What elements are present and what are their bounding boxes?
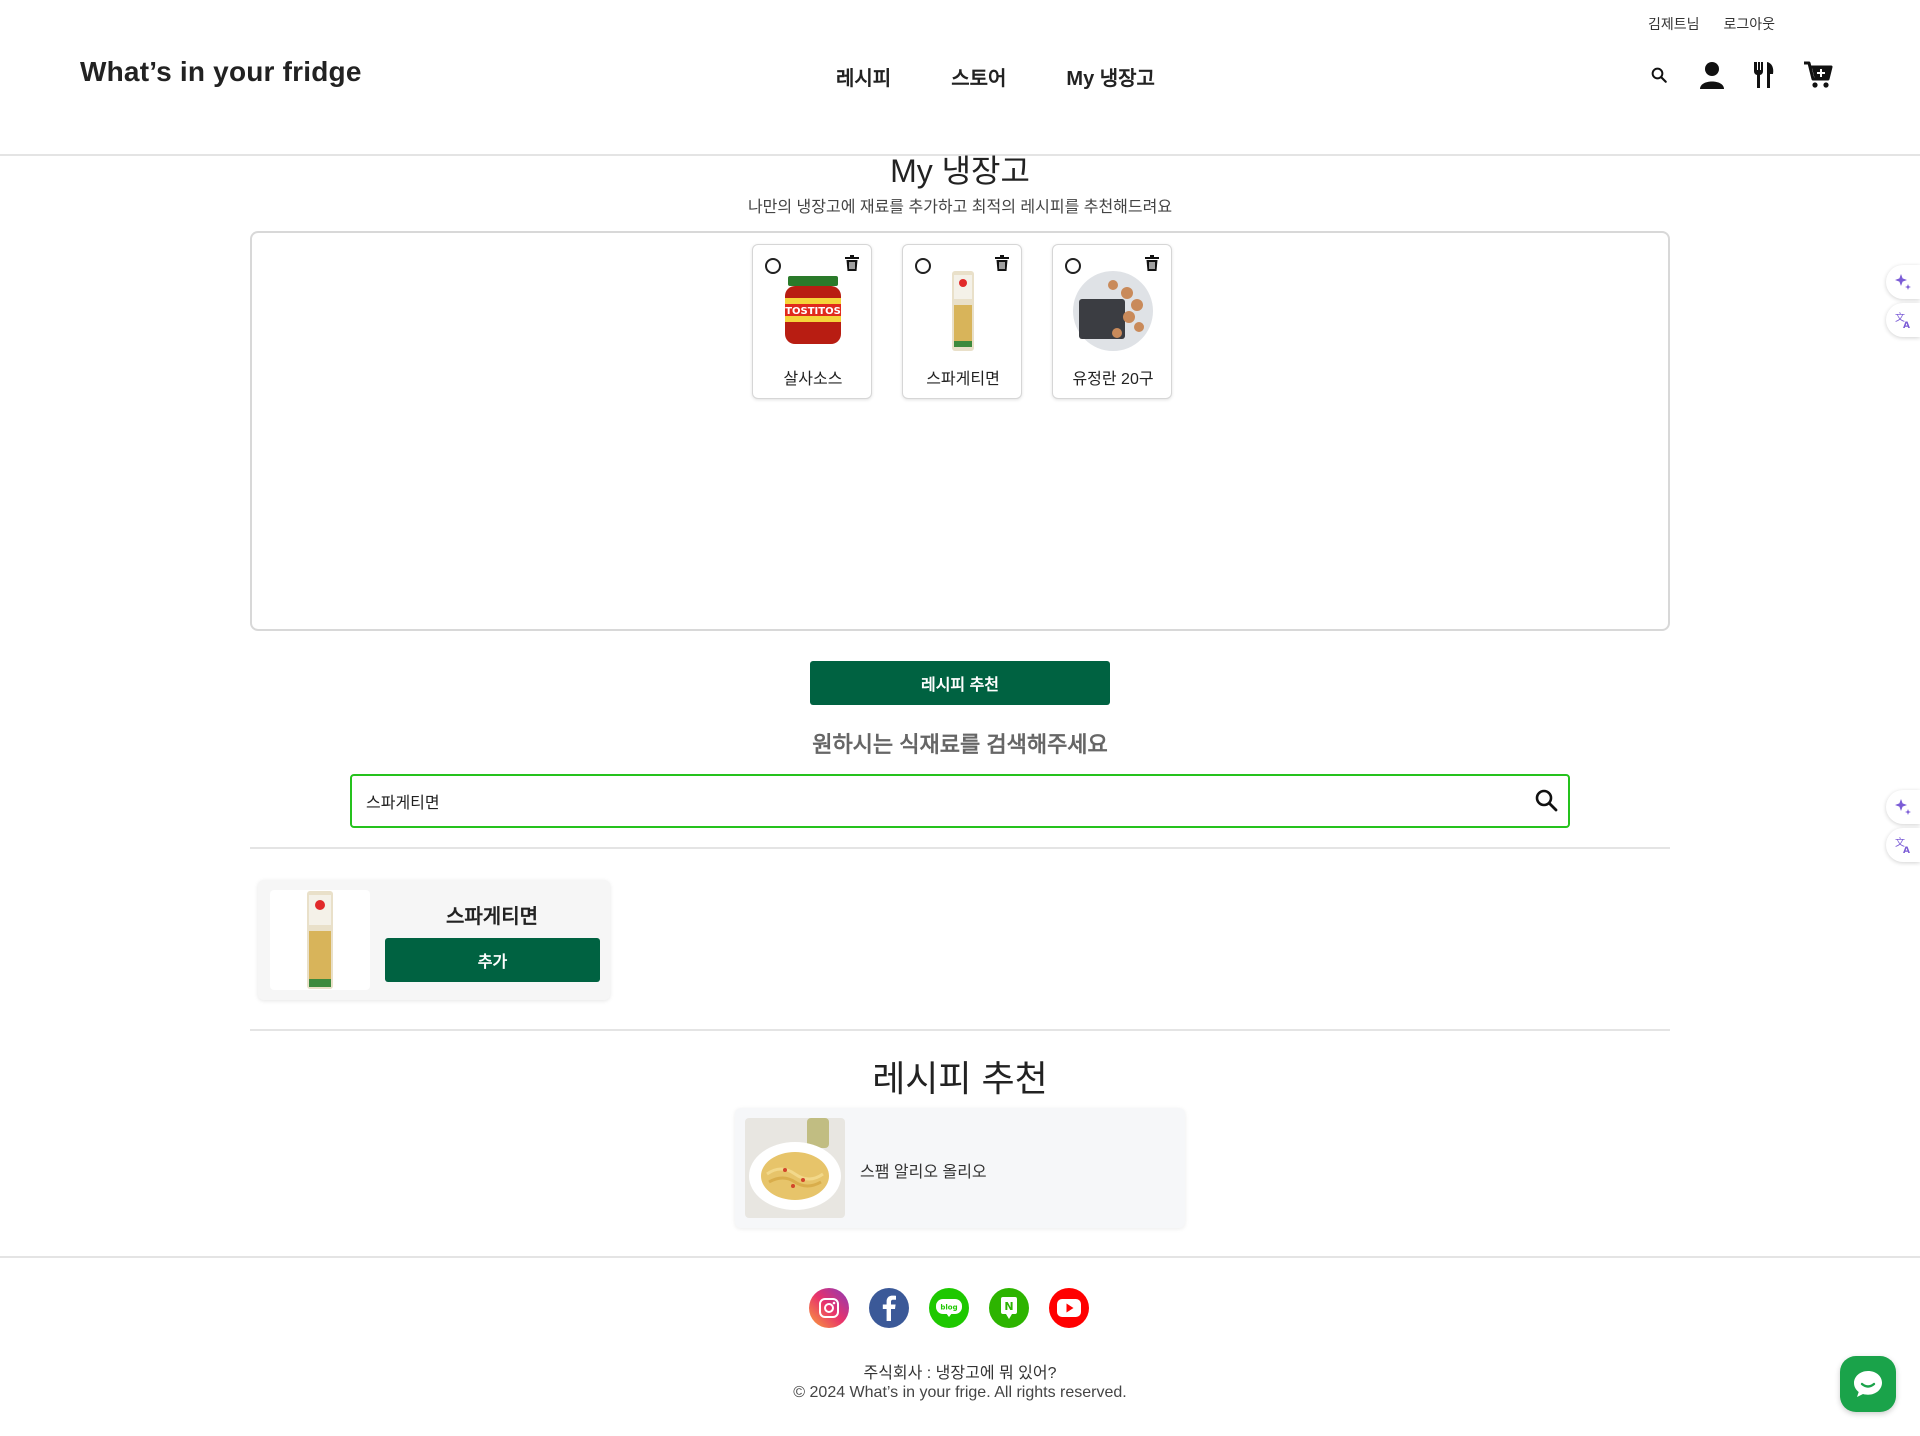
fridge-item-card: 스파게티면 bbox=[902, 244, 1022, 399]
recipe-name: 스팸 알리오 올리오 bbox=[860, 1164, 987, 1181]
page-subtitle: 나만의 냉장고에 재료를 추가하고 최적의 레시피를 추천해드려요 bbox=[747, 199, 1173, 216]
egg-carton-image bbox=[1073, 271, 1153, 351]
recipe-recommend-button[interactable]: 레시피 추천 bbox=[810, 661, 1110, 705]
translate-icon[interactable]: 文A bbox=[1886, 303, 1920, 337]
search-box bbox=[350, 774, 1570, 828]
facebook-icon[interactable] bbox=[869, 1288, 909, 1328]
pasta-dish-image bbox=[745, 1118, 845, 1218]
ai-sparkle-icon[interactable] bbox=[1886, 265, 1920, 299]
youtube-icon[interactable] bbox=[1049, 1288, 1089, 1328]
add-button[interactable]: 추가 bbox=[385, 938, 600, 982]
recipe-card[interactable]: 스팸 알리오 올리오 bbox=[735, 1108, 1185, 1228]
naver-post-icon[interactable]: N bbox=[989, 1288, 1029, 1328]
ai-sparkle-icon[interactable] bbox=[1886, 790, 1920, 824]
nav-recipe[interactable]: 레시피 bbox=[836, 62, 891, 91]
nav-my-fridge[interactable]: My 냉장고 bbox=[1066, 62, 1155, 91]
user-icon[interactable] bbox=[1695, 58, 1729, 92]
site-header: What’s in your fridge 김제트님 로그아웃 레시피 스토어 … bbox=[0, 0, 1920, 156]
svg-text:N: N bbox=[1004, 1300, 1013, 1313]
instagram-icon[interactable] bbox=[809, 1288, 849, 1328]
svg-text:blog: blog bbox=[940, 1304, 957, 1312]
header-icons bbox=[1645, 58, 1835, 92]
brand-logo[interactable]: What’s in your fridge bbox=[80, 56, 362, 88]
salsa-jar-image: TOSTITOS bbox=[773, 271, 853, 351]
search-result-card: 스파게티면 추가 bbox=[258, 880, 610, 1000]
result-name: 스파게티면 bbox=[446, 906, 538, 928]
divider bbox=[250, 847, 1670, 849]
user-name-link[interactable]: 김제트님 bbox=[1648, 14, 1700, 34]
spaghetti-pack-image bbox=[270, 890, 370, 990]
chat-icon[interactable] bbox=[1840, 1356, 1896, 1412]
fridge-container: TOSTITOS 살사소스 스파게티면 유정란 20구 bbox=[250, 231, 1670, 631]
spaghetti-pack-image bbox=[923, 271, 1003, 351]
divider bbox=[250, 1029, 1670, 1031]
company-info: 주식회사 : 냉장고에 뭐 있어? bbox=[863, 1365, 1057, 1382]
recipe-section-title: 레시피 추천 bbox=[872, 1058, 1048, 1099]
copyright: © 2024 What’s in your frige. All rights … bbox=[793, 1384, 1127, 1401]
fridge-item-card: TOSTITOS 살사소스 bbox=[752, 244, 872, 399]
item-name: 살사소스 bbox=[783, 371, 843, 388]
main-nav: 레시피 스토어 My 냉장고 bbox=[836, 62, 1155, 91]
page-title: My 냉장고 bbox=[890, 153, 1030, 189]
fridge-items: TOSTITOS 살사소스 스파게티면 유정란 20구 bbox=[752, 244, 1172, 399]
blog-icon[interactable]: blog bbox=[929, 1288, 969, 1328]
social-links: blog N bbox=[809, 1288, 1089, 1328]
search-icon[interactable] bbox=[1534, 788, 1558, 817]
translate-icon[interactable]: 文A bbox=[1886, 828, 1920, 862]
footer-divider bbox=[0, 1256, 1920, 1258]
svg-text:A: A bbox=[1903, 846, 1910, 854]
logout-link[interactable]: 로그아웃 bbox=[1723, 14, 1775, 34]
svg-text:A: A bbox=[1903, 321, 1910, 329]
item-name: 스파게티면 bbox=[926, 371, 1000, 388]
fork-knife-icon[interactable] bbox=[1747, 58, 1781, 92]
cart-add-icon[interactable] bbox=[1801, 58, 1835, 92]
search-title: 원하시는 식재료를 검색해주세요 bbox=[812, 732, 1108, 757]
search-icon[interactable] bbox=[1645, 58, 1673, 92]
svg-text:TOSTITOS: TOSTITOS bbox=[785, 306, 841, 317]
top-links: 김제트님 로그아웃 bbox=[1648, 14, 1775, 34]
item-name: 유정란 20구 bbox=[1072, 371, 1154, 388]
ingredient-search-input[interactable] bbox=[366, 776, 1506, 826]
nav-store[interactable]: 스토어 bbox=[951, 62, 1006, 91]
fridge-item-card: 유정란 20구 bbox=[1052, 244, 1172, 399]
